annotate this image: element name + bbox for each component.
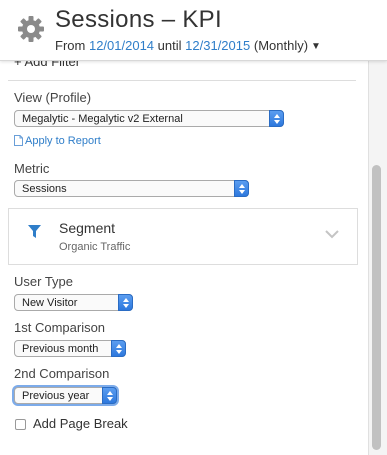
user-type-select[interactable]: New Visitor	[14, 294, 133, 311]
segment-value: Organic Traffic	[59, 241, 131, 253]
first-comparison-select[interactable]: Previous month	[14, 340, 126, 357]
segment-title: Segment	[59, 220, 116, 236]
select-arrows-icon[interactable]	[234, 180, 249, 197]
until-label: until	[157, 38, 182, 53]
apply-to-report-link[interactable]: Apply to Report	[14, 135, 101, 147]
page-break-checkbox[interactable]	[15, 419, 26, 430]
chevron-down-icon[interactable]	[325, 230, 339, 239]
scrollbar-thumb[interactable]	[372, 165, 381, 450]
from-label: From	[55, 38, 86, 53]
metric-value: Sessions	[22, 183, 67, 195]
metric-select[interactable]: Sessions	[14, 180, 249, 197]
report-header: Sessions – KPI From 12/01/2014 until 12/…	[0, 0, 387, 61]
page-break-label: Add Page Break	[33, 416, 128, 431]
document-icon	[14, 135, 23, 146]
view-profile-select[interactable]: Megalytic - Megalytic v2 External	[14, 110, 284, 127]
second-comparison-select[interactable]: Previous year	[14, 387, 117, 404]
start-date-link[interactable]: 12/01/2014	[89, 38, 154, 53]
interval-label[interactable]: (Monthly)	[254, 38, 308, 53]
second-comparison-label: 2nd Comparison	[14, 366, 110, 381]
end-date-link[interactable]: 12/31/2015	[185, 38, 250, 53]
select-arrows-icon[interactable]	[102, 387, 117, 404]
second-comparison-value: Previous year	[22, 390, 90, 402]
view-profile-value: Megalytic - Megalytic v2 External	[22, 113, 183, 125]
metric-label: Metric	[14, 161, 50, 176]
user-type-label: User Type	[14, 274, 74, 289]
select-arrows-icon[interactable]	[111, 340, 126, 357]
apply-to-report-label: Apply to Report	[25, 135, 101, 147]
segment-card[interactable]: Segment Organic Traffic	[8, 208, 358, 265]
report-title: Sessions – KPI	[55, 6, 222, 33]
date-range[interactable]: From 12/01/2014 until 12/31/2015 (Monthl…	[55, 38, 321, 53]
user-type-value: New Visitor	[22, 297, 78, 309]
first-comparison-label: 1st Comparison	[14, 320, 106, 335]
first-comparison-value: Previous month	[22, 343, 99, 355]
view-profile-label: View (Profile)	[14, 90, 92, 105]
divider	[8, 80, 356, 81]
settings-panel: + Add Filter View (Profile) Megalytic - …	[0, 60, 368, 455]
select-arrows-icon[interactable]	[118, 294, 133, 311]
caret-down-icon[interactable]: ▼	[311, 41, 321, 52]
gear-icon[interactable]	[17, 15, 45, 43]
add-filter-link[interactable]: + Add Filter	[14, 60, 80, 69]
funnel-icon	[28, 225, 41, 238]
select-arrows-icon[interactable]	[269, 110, 284, 127]
